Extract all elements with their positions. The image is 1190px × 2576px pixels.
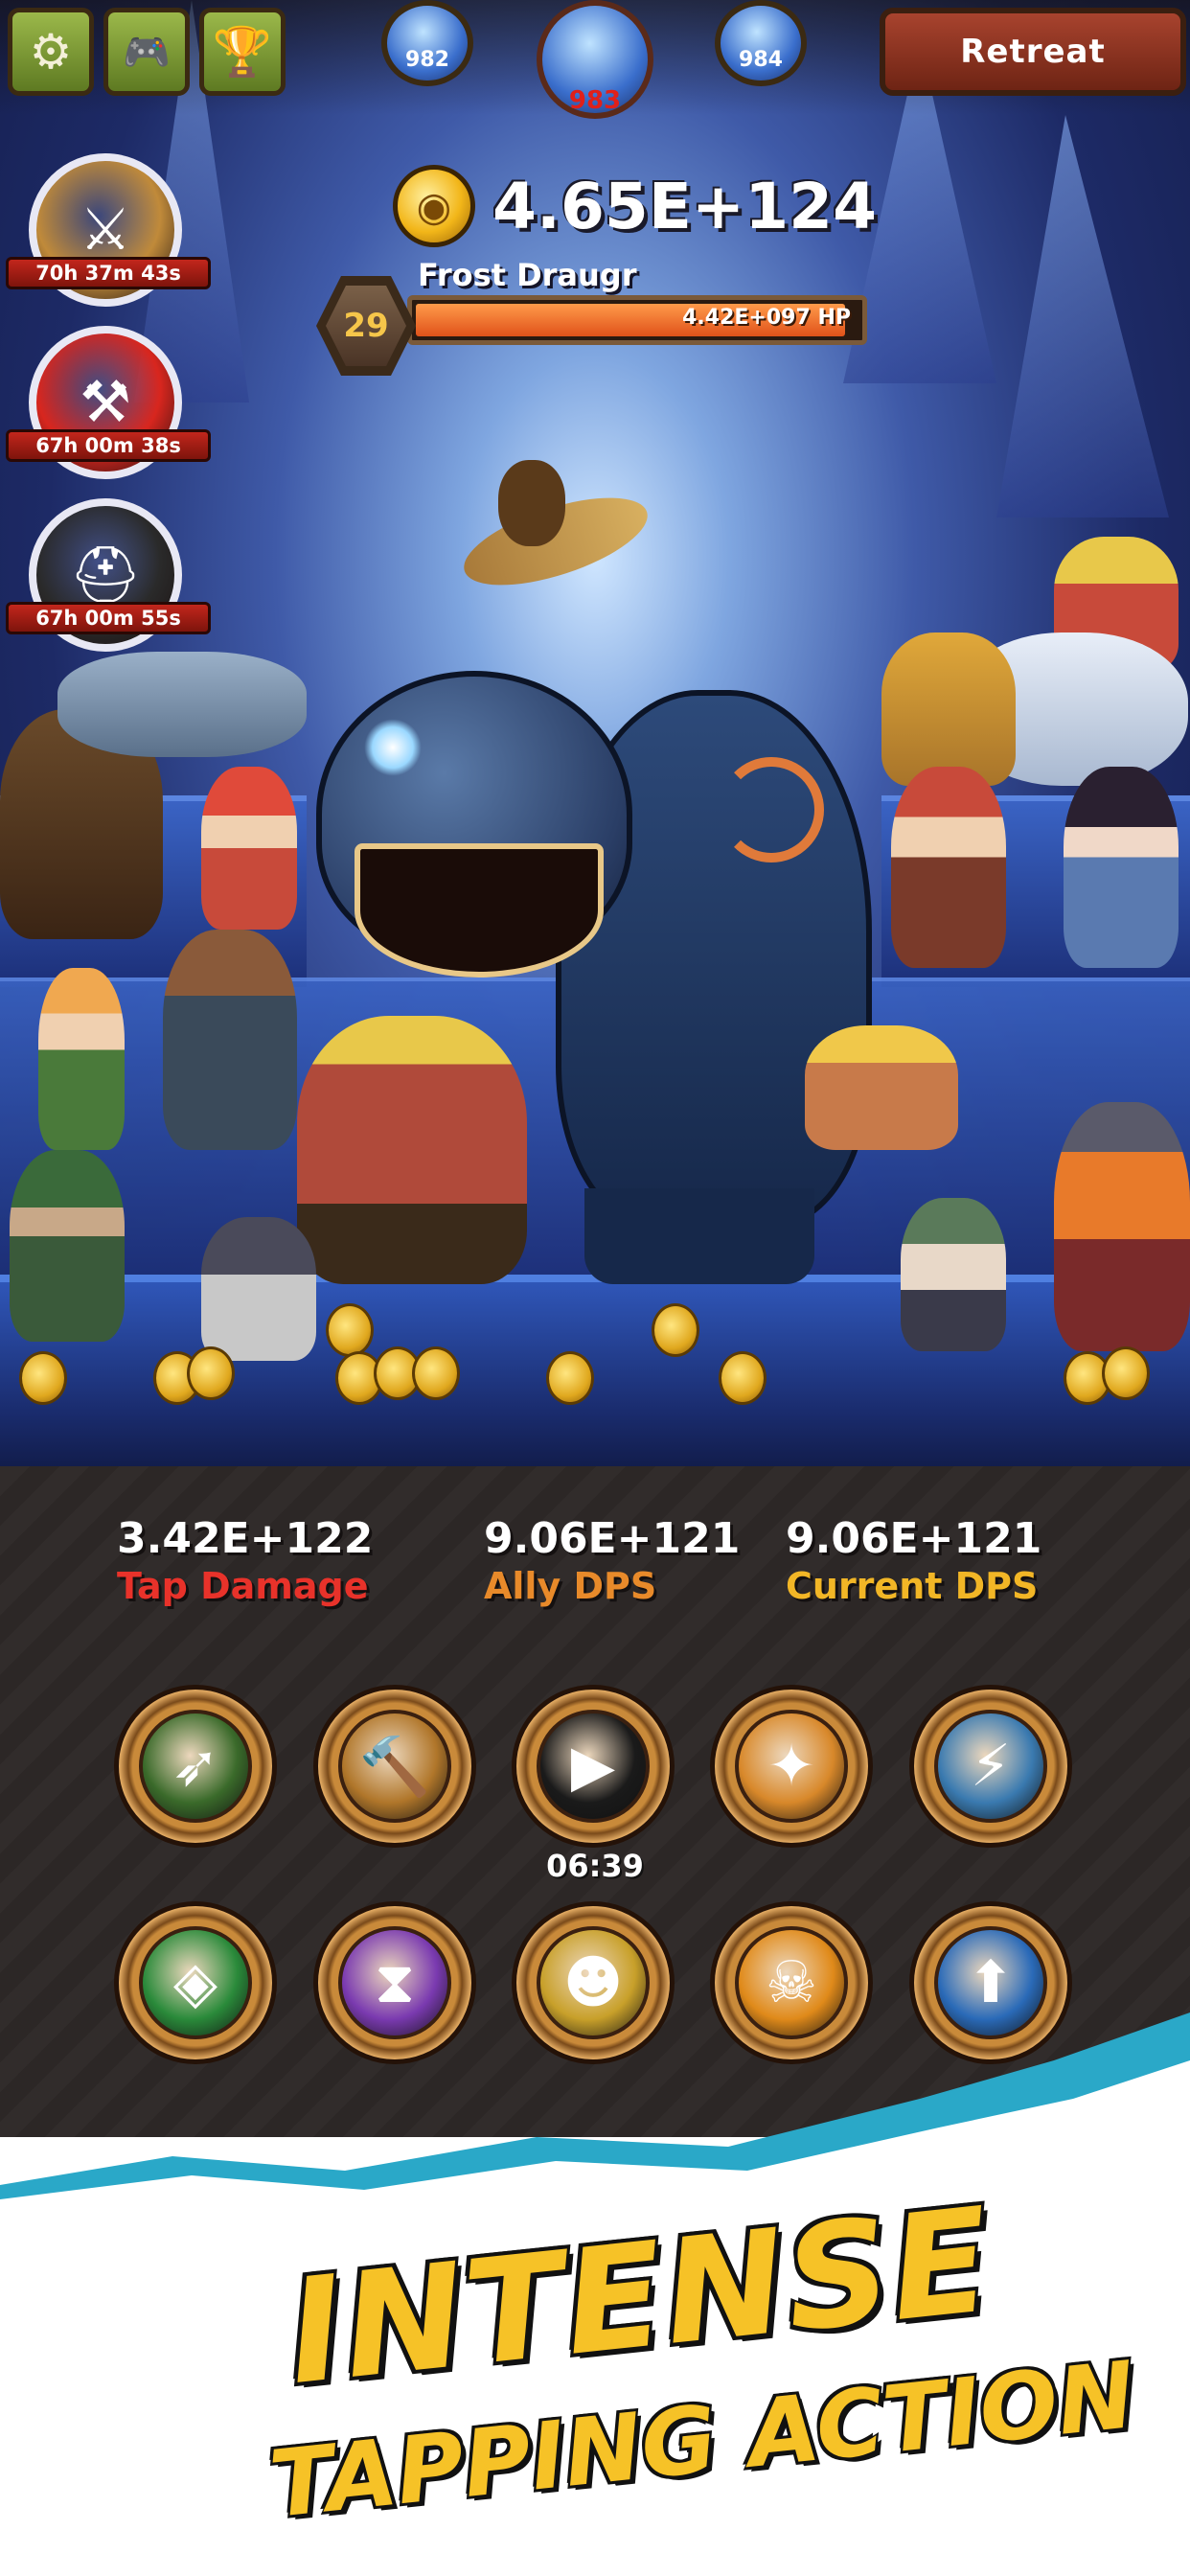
stat-current-dps: 9.06E+121 Current DPS xyxy=(786,1514,1041,1607)
ice-edge-divider xyxy=(0,2012,1190,2223)
griffin-pet xyxy=(454,450,657,613)
trophy-icon: 🏆 xyxy=(212,23,273,80)
stage-current-number: 983 xyxy=(568,86,622,115)
gear-icon: ⚙ xyxy=(29,24,73,80)
gold-value: 4.65E+124 xyxy=(492,169,877,243)
controller-button[interactable]: 🎮 xyxy=(103,8,190,96)
boss-legs xyxy=(584,1188,814,1284)
stage-next-orb: 984 xyxy=(715,0,807,86)
timer-label-1: 67h 00m 38s xyxy=(6,429,211,462)
stage-prev-orb: 982 xyxy=(381,0,473,86)
coin-drop[interactable] xyxy=(187,1346,235,1400)
boss-rune-icon xyxy=(719,757,824,862)
stat-value: 9.06E+121 xyxy=(484,1514,741,1563)
gold-counter: ◉ 4.65E+124 xyxy=(393,163,877,249)
stat-value: 9.06E+121 xyxy=(786,1514,1042,1563)
hero-archer-elf[interactable] xyxy=(38,968,125,1150)
trophy-button[interactable]: 🏆 xyxy=(199,8,286,96)
skill-button-1[interactable]: ➶ xyxy=(114,1685,277,1848)
lightning-fist-skill-icon: ⚡ xyxy=(934,1710,1047,1823)
skill-cooldown-timer: 06:39 xyxy=(546,1848,644,1884)
hero-dark-elf[interactable] xyxy=(1064,767,1179,968)
skill-button-3[interactable]: ▶ xyxy=(512,1685,675,1848)
skill-button-2[interactable]: 🔨 xyxy=(313,1685,476,1848)
coin-drop[interactable] xyxy=(1102,1346,1150,1400)
shadow-clone-skill-icon: ➶ xyxy=(139,1710,252,1823)
stat-label: Tap Damage xyxy=(117,1565,369,1607)
coin-drop[interactable] xyxy=(412,1346,460,1400)
helmet-skill-icon: ⛑ xyxy=(68,541,143,610)
coin-drop[interactable] xyxy=(326,1303,374,1357)
hero-ginger-dwarf[interactable] xyxy=(1054,1102,1190,1351)
gold-rain-skill-icon: ✦ xyxy=(735,1710,848,1823)
gamepad-icon: 🎮 xyxy=(123,30,171,75)
coin-drop[interactable] xyxy=(546,1351,594,1405)
hero-wizard[interactable] xyxy=(201,1217,316,1361)
stat-value: 3.42E+122 xyxy=(117,1514,374,1563)
coin-drop[interactable] xyxy=(652,1303,699,1357)
stage-prev-number: 982 xyxy=(405,48,449,72)
hero-gold-dragon[interactable] xyxy=(881,632,1016,786)
hero-red-hair-girl[interactable] xyxy=(201,767,297,930)
timer-label-2: 67h 00m 55s xyxy=(6,602,211,634)
stat-ally-dps: 9.06E+121 Ally DPS xyxy=(484,1514,740,1607)
hero-bearded-warrior[interactable] xyxy=(163,930,297,1150)
stage-next-number: 984 xyxy=(739,48,783,72)
stage-current-orb: 983 xyxy=(537,0,653,119)
video-play-skill-icon: ▶ xyxy=(537,1710,650,1823)
boss-name: Frost Draugr xyxy=(418,257,637,293)
boss-level-number: 29 xyxy=(326,286,406,366)
ice-crystal xyxy=(996,115,1169,518)
boss-hp-bar: 4.42E+097 HP xyxy=(407,295,867,345)
boss-eye-glow xyxy=(364,719,422,776)
hero-blonde-brawler[interactable] xyxy=(805,1025,958,1150)
hero-hammer-viking[interactable] xyxy=(297,1016,527,1284)
gold-coin-icon: ◉ xyxy=(393,165,475,247)
hammer-skill-icon: ⚒ xyxy=(80,369,131,436)
stat-label: Current DPS xyxy=(786,1565,1039,1607)
stat-tap-damage: 3.42E+122 Tap Damage xyxy=(117,1514,373,1607)
coin-drop[interactable] xyxy=(19,1351,67,1405)
hero-spear-soldier[interactable] xyxy=(10,1150,125,1342)
stat-label: Ally DPS xyxy=(484,1565,657,1607)
hammer-skill-icon: 🔨 xyxy=(338,1710,451,1823)
timer-label-0: 70h 37m 43s xyxy=(6,257,211,289)
retreat-button[interactable]: Retreat xyxy=(880,8,1186,96)
skill-button-4[interactable]: ✦ xyxy=(710,1685,873,1848)
hero-dragon-rider[interactable] xyxy=(57,652,307,757)
sword-skill-icon: ⚔ xyxy=(80,196,131,264)
hero-dwarf[interactable] xyxy=(901,1198,1006,1351)
skill-button-5[interactable]: ⚡ xyxy=(909,1685,1072,1848)
settings-button[interactable]: ⚙ xyxy=(8,8,94,96)
hero-red-warrior[interactable] xyxy=(891,767,1006,968)
coin-drop[interactable] xyxy=(719,1351,767,1405)
boss-jaw xyxy=(355,843,604,978)
boss-hp-text: 4.42E+097 HP xyxy=(682,306,851,330)
